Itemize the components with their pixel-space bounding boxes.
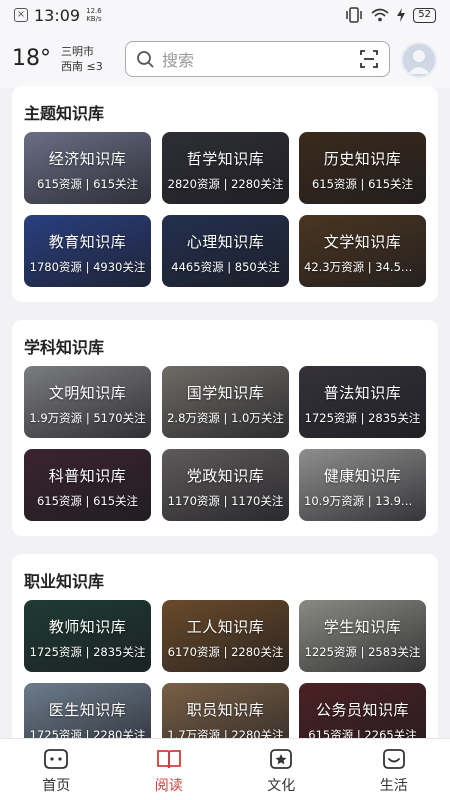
card-stats: 1.9万资源 | 5170关注	[29, 411, 146, 425]
section-title: 职业知识库	[24, 572, 105, 591]
card-stats: 1725资源 | 2835关注	[304, 411, 421, 425]
status-time: 13:09	[34, 5, 81, 25]
card-stats: 4465资源 | 850关注	[171, 260, 280, 274]
nav-label: 文化	[267, 778, 296, 794]
card-stats: 10.9万资源 | 13.9万关注	[304, 494, 421, 508]
library-card-psychology[interactable]: 心理知识库 4465资源 | 850关注	[162, 215, 289, 287]
life-icon	[382, 749, 405, 769]
card-title: 党政知识库	[186, 467, 265, 485]
nav-culture[interactable]: 文化	[225, 739, 338, 800]
section-title: 主题知识库	[24, 104, 105, 123]
charging-icon	[397, 8, 406, 22]
card-stats: 6170资源 | 2280关注	[167, 645, 284, 659]
section-title: 学科知识库	[24, 338, 105, 357]
card-title: 经济知识库	[48, 150, 127, 168]
nav-label: 生活	[379, 778, 408, 794]
battery-indicator: 52	[413, 7, 436, 23]
wind-info: 西南 ≤3	[61, 60, 103, 73]
bottom-nav: 首页 阅读 文化 生活	[0, 738, 450, 800]
nav-reading[interactable]: 阅读	[113, 739, 226, 800]
card-title: 哲学知识库	[186, 150, 265, 168]
card-title: 历史知识库	[323, 150, 402, 168]
card-title: 工人知识库	[186, 618, 265, 636]
card-stats: 615资源 | 615关注	[36, 177, 139, 191]
card-stats: 615资源 | 615关注	[36, 494, 139, 508]
card-stats: 42.3万资源 | 34.5万关注	[304, 260, 421, 274]
card-title: 教育知识库	[48, 233, 127, 251]
library-card-worker[interactable]: 工人知识库 6170资源 | 2280关注	[162, 600, 289, 672]
city-name: 三明市	[61, 45, 94, 58]
card-title: 学生知识库	[323, 618, 402, 636]
scan-icon[interactable]	[359, 49, 379, 69]
library-card-health[interactable]: 健康知识库 10.9万资源 | 13.9万关注	[299, 449, 426, 521]
card-title: 普法知识库	[323, 384, 402, 402]
library-card-sinology[interactable]: 国学知识库 2.8万资源 | 1.0万关注	[162, 366, 289, 438]
card-stats: 2.8万资源 | 1.0万关注	[167, 411, 284, 425]
book-icon	[156, 750, 181, 769]
weather-widget[interactable]: 18° 三明市 西南 ≤3	[12, 44, 103, 74]
library-card-education[interactable]: 教育知识库 1780资源 | 4930关注	[24, 215, 151, 287]
library-card-law[interactable]: 普法知识库 1725资源 | 2835关注	[299, 366, 426, 438]
search-placeholder: 搜索	[162, 51, 195, 70]
card-stats: 615资源 | 615关注	[311, 177, 414, 191]
search-icon	[137, 51, 154, 68]
nav-home[interactable]: 首页	[0, 739, 113, 800]
card-title: 公务员知识库	[315, 701, 409, 719]
card-stats: 1170资源 | 1170关注	[167, 494, 284, 508]
library-card-history[interactable]: 历史知识库 615资源 | 615关注	[299, 132, 426, 204]
library-card-literature[interactable]: 文学知识库 42.3万资源 | 34.5万关注	[299, 215, 426, 287]
wifi-icon	[371, 8, 389, 22]
network-speed-value: 12.6	[86, 7, 102, 15]
user-avatar-icon	[408, 50, 430, 74]
home-icon	[44, 749, 69, 769]
card-title: 健康知识库	[323, 467, 402, 485]
search-bar[interactable]: 搜索	[125, 41, 390, 77]
library-card-student[interactable]: 学生知识库 1225资源 | 2583关注	[299, 600, 426, 672]
card-title: 文明知识库	[48, 384, 127, 402]
card-stats: 2820资源 | 2280关注	[167, 177, 284, 191]
library-card-science[interactable]: 科普知识库 615资源 | 615关注	[24, 449, 151, 521]
card-title: 科普知识库	[48, 467, 127, 485]
card-title: 教师知识库	[48, 618, 127, 636]
vibrate-icon	[346, 7, 363, 23]
section-subject-library: 学科知识库 文明知识库 1.9万资源 | 5170关注 国学知识库 2.8万资源…	[12, 320, 438, 536]
library-card-teacher[interactable]: 教师知识库 1725资源 | 2835关注	[24, 600, 151, 672]
card-title: 医生知识库	[48, 701, 127, 719]
library-card-civilization[interactable]: 文明知识库 1.9万资源 | 5170关注	[24, 366, 151, 438]
library-card-party-politics[interactable]: 党政知识库 1170资源 | 1170关注	[162, 449, 289, 521]
app-header: 18° 三明市 西南 ≤3 搜索	[0, 30, 450, 88]
card-title: 国学知识库	[186, 384, 265, 402]
card-title: 心理知识库	[186, 233, 265, 251]
library-card-philosophy[interactable]: 哲学知识库 2820资源 | 2280关注	[162, 132, 289, 204]
nav-label: 首页	[42, 778, 71, 794]
nav-life[interactable]: 生活	[338, 739, 450, 800]
section-theme-library: 主题知识库 经济知识库 615资源 | 615关注 哲学知识库 2820资源 |…	[12, 86, 438, 302]
card-stats: 1725资源 | 2835关注	[29, 645, 146, 659]
card-stats: 1780资源 | 4930关注	[29, 260, 146, 274]
network-speed-unit: KB/s	[86, 15, 102, 23]
notification-close-icon: ×	[14, 8, 28, 22]
temperature: 18°	[12, 46, 51, 71]
nav-label: 阅读	[154, 778, 183, 794]
library-card-economics[interactable]: 经济知识库 615资源 | 615关注	[24, 132, 151, 204]
culture-icon	[270, 749, 293, 769]
avatar[interactable]	[401, 42, 437, 78]
card-stats: 1225资源 | 2583关注	[304, 645, 421, 659]
card-title: 职员知识库	[186, 701, 265, 719]
network-speed: 12.6 KB/s	[86, 7, 102, 23]
status-bar: × 13:09 12.6 KB/s 52	[0, 0, 450, 30]
card-title: 文学知识库	[323, 233, 402, 251]
